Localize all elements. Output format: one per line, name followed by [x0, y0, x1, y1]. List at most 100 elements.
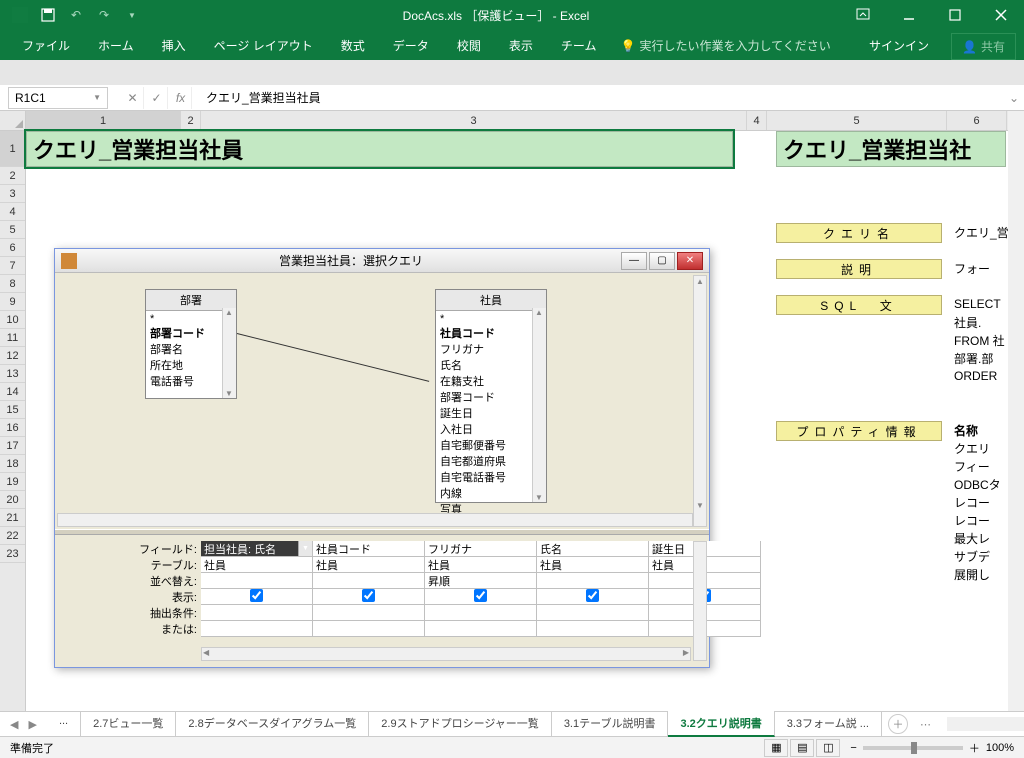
row-header[interactable]: 1 [0, 131, 25, 167]
data-cell[interactable]: ODBCタ [954, 475, 1001, 493]
grid-cell[interactable]: 社員 [201, 557, 313, 573]
grid-cell[interactable] [537, 589, 649, 605]
data-cell[interactable]: 展開し [954, 565, 990, 583]
field-item[interactable]: 部署名 [150, 341, 232, 357]
sheet-tab[interactable]: 3.1テーブル説明書 [552, 711, 669, 737]
grid-hscroll[interactable] [201, 647, 691, 661]
ribbon-tab[interactable]: ホーム [84, 31, 148, 60]
field-item[interactable]: * [150, 313, 232, 325]
grid-cell[interactable] [313, 621, 425, 637]
grid-cell[interactable]: 昇順 [425, 573, 537, 589]
grid-cell[interactable]: 社員コード [313, 541, 425, 557]
enter-formula-icon[interactable]: ✓ [146, 87, 168, 109]
field-item[interactable]: 内線 [440, 485, 542, 501]
qat-dropdown-icon[interactable]: ▼ [120, 3, 144, 27]
formula-input[interactable]: クエリ_営業担当社員 [198, 89, 1004, 106]
dialog-titlebar[interactable]: 営業担当社員：選択クエリ — ▢ ✕ [55, 249, 709, 273]
chevron-down-icon[interactable]: ▼ [93, 93, 101, 102]
cancel-formula-icon[interactable]: ✕ [122, 87, 144, 109]
column-header[interactable]: 1 [26, 111, 181, 130]
show-checkbox[interactable] [250, 589, 263, 602]
data-cell[interactable]: レコー [954, 493, 990, 511]
row-header[interactable]: 17 [0, 437, 25, 455]
grid-cell[interactable] [201, 621, 313, 637]
column-headers[interactable]: 123456 [26, 111, 1008, 131]
field-item[interactable]: 自宅電話番号 [440, 469, 542, 485]
field-item[interactable]: 自宅都道府県 [440, 453, 542, 469]
grid-vscroll[interactable] [693, 541, 707, 661]
field-item[interactable]: 電話番号 [150, 373, 232, 389]
grid-cell[interactable] [201, 605, 313, 621]
zoom-slider[interactable] [863, 746, 963, 750]
merged-title-cell[interactable]: クエリ_営業担当社員 [26, 131, 733, 167]
data-cell[interactable]: 最大レ [954, 529, 990, 547]
table-box-shain[interactable]: 社員 *社員コードフリガナ氏名在籍支社部署コード誕生日入社日自宅郵便番号自宅都道… [435, 289, 547, 503]
row-header[interactable]: 8 [0, 275, 25, 293]
row-header[interactable]: 6 [0, 239, 25, 257]
label-cell[interactable]: プロパティ情報 [776, 421, 942, 441]
column-header[interactable]: 4 [747, 111, 767, 130]
field-item[interactable]: フリガナ [440, 341, 542, 357]
field-item[interactable]: 入社日 [440, 421, 542, 437]
ribbon-tab[interactable]: 校閲 [443, 31, 495, 60]
sheet-tab[interactable]: 2.7ビュー一覧 [81, 711, 176, 737]
horizontal-scrollbar[interactable] [947, 717, 1024, 731]
row-header[interactable]: 11 [0, 329, 25, 347]
grid-cell[interactable] [313, 605, 425, 621]
field-item[interactable]: 社員コード [440, 325, 542, 341]
grid-cell[interactable] [313, 589, 425, 605]
name-box[interactable]: R1C1 ▼ [8, 87, 108, 109]
ribbon-tab[interactable]: 表示 [495, 31, 547, 60]
field-item[interactable]: 在籍支社 [440, 373, 542, 389]
sheet-tab[interactable]: ... [47, 711, 81, 737]
tell-me[interactable]: 💡 実行したい作業を入力してください [610, 31, 840, 60]
grid-cell[interactable] [537, 573, 649, 589]
row-headers[interactable]: 1234567891011121314151617181920212223 [0, 131, 26, 711]
page-break-view-icon[interactable]: ◫ [816, 739, 840, 757]
field-item[interactable]: 部署コード [440, 389, 542, 405]
expand-formula-icon[interactable]: ⌄ [1004, 91, 1024, 105]
grid-cell[interactable] [201, 589, 313, 605]
last-sheet-icon[interactable]: ▶ [24, 716, 40, 733]
ribbon-tab[interactable]: 挿入 [148, 31, 200, 60]
grid-cell[interactable] [425, 589, 537, 605]
table-box-busho[interactable]: 部署 *部署コード部署名所在地電話番号 [145, 289, 237, 399]
undo-icon[interactable]: ↶ [64, 3, 88, 27]
field-item[interactable]: 自宅郵便番号 [440, 437, 542, 453]
row-header[interactable]: 9 [0, 293, 25, 311]
dialog-minimize-icon[interactable]: — [621, 252, 647, 270]
data-cell[interactable]: 部署.部 [954, 349, 993, 367]
join-line[interactable] [237, 333, 429, 382]
maximize-icon[interactable] [932, 0, 978, 30]
label-cell[interactable]: SQL 文 [776, 295, 942, 315]
zoom-value[interactable]: 100% [986, 742, 1014, 754]
zoom-out-icon[interactable]: − [850, 742, 856, 754]
column-header[interactable]: 6 [947, 111, 1007, 130]
normal-view-icon[interactable]: ▦ [764, 739, 788, 757]
pane-vscroll[interactable] [693, 275, 707, 527]
table-scrollbar[interactable] [222, 308, 236, 398]
row-header[interactable]: 13 [0, 365, 25, 383]
row-header[interactable]: 3 [0, 185, 25, 203]
data-cell[interactable]: 名称 [954, 421, 978, 439]
row-header[interactable]: 10 [0, 311, 25, 329]
fx-icon[interactable]: fx [170, 87, 192, 109]
ribbon-tab[interactable]: チーム [547, 31, 611, 60]
save-icon[interactable] [36, 3, 60, 27]
share-button[interactable]: 👤 共有 [951, 33, 1016, 60]
label-cell[interactable]: クエリ名 [776, 223, 942, 243]
ribbon-options-icon[interactable] [840, 0, 886, 30]
sheet-tab[interactable]: 2.8データベースダイアグラム一覧 [176, 711, 369, 737]
row-header[interactable]: 19 [0, 473, 25, 491]
grid-cell[interactable]: 社員 [425, 557, 537, 573]
show-checkbox[interactable] [474, 589, 487, 602]
grid-cell[interactable] [425, 621, 537, 637]
grid-cell[interactable]: 氏名 [537, 541, 649, 557]
ribbon-tab[interactable]: ファイル [8, 31, 84, 60]
chevron-down-icon[interactable]: ▼ [298, 541, 312, 556]
ribbon-tab[interactable]: ページ レイアウト [200, 31, 327, 60]
grid-cell[interactable]: 担当社員: 氏名▼ [201, 541, 313, 557]
column-header[interactable]: 5 [767, 111, 947, 130]
pane-hscroll[interactable] [57, 513, 693, 527]
row-header[interactable]: 2 [0, 167, 25, 185]
